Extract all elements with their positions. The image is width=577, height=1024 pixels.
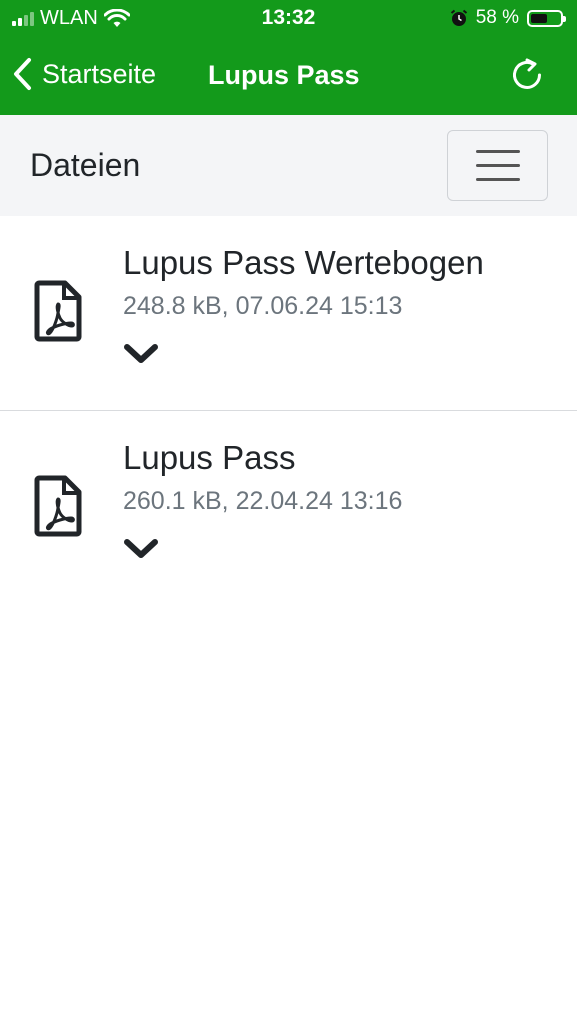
file-name[interactable]: Lupus Pass [123,439,295,477]
back-button[interactable]: Startseite [12,57,156,91]
page-title: Lupus Pass [208,60,360,90]
status-bar-right: 58 % [450,7,566,29]
file-meta: 248.8 kB, 07.06.24 15:13 [123,292,403,320]
section-title: Dateien [30,147,141,183]
battery-icon [527,9,566,27]
back-label: Startseite [42,58,157,89]
hamburger-menu-icon-bar [475,178,520,181]
chevron-left-icon [14,58,31,90]
status-bar: WLAN 13:32 58 % [0,0,577,37]
refresh-icon[interactable] [507,55,547,95]
file-list: Lupus Pass Wertebogen 248.8 kB, 07.06.24… [0,216,577,606]
battery-percent: 58 % [475,7,519,28]
file-name[interactable]: Lupus Pass Wertebogen [123,244,484,282]
hamburger-menu-button[interactable] [447,130,548,201]
hamburger-menu-icon-bar [475,164,520,167]
alarm-icon [450,9,467,26]
chevron-down-icon[interactable] [122,537,160,561]
chevron-down-icon[interactable] [122,342,160,366]
section-toolbar: Dateien [0,115,577,216]
pdf-file-icon[interactable] [34,475,82,537]
navigation-bar: Startseite Lupus Pass [0,37,577,115]
hamburger-menu-icon [475,150,520,153]
pdf-file-icon[interactable] [34,280,82,342]
battery-level [531,13,548,23]
file-meta: 260.1 kB, 22.04.24 13:16 [123,487,403,515]
file-item[interactable]: Lupus Pass 260.1 kB, 22.04.24 13:16 [0,411,577,606]
file-item[interactable]: Lupus Pass Wertebogen 248.8 kB, 07.06.24… [0,216,577,411]
